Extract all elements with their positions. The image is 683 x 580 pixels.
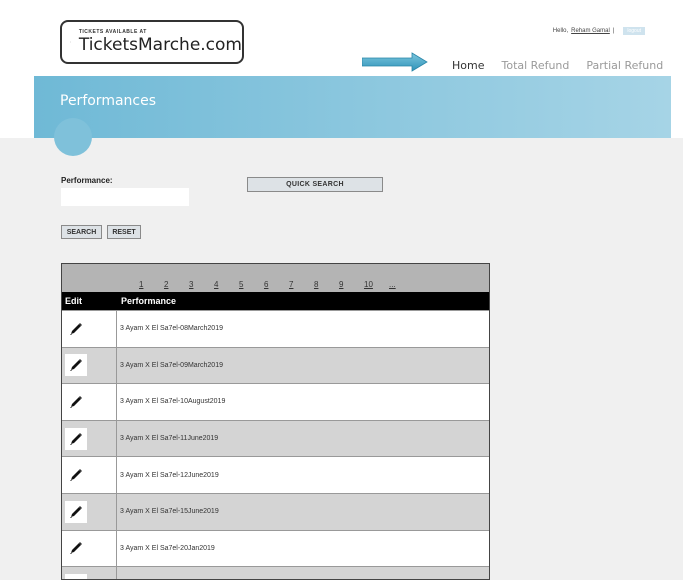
column-header-performance: Performance <box>121 296 177 306</box>
performances-table: 1 2 3 4 5 6 7 8 9 10 ... Edit Performanc… <box>61 263 490 580</box>
quick-search-button[interactable]: QUICK SEARCH <box>247 177 383 192</box>
performance-name: 3 Ayam X El Sa7el-08March2019 <box>120 325 223 333</box>
pagination: 1 2 3 4 5 6 7 8 9 10 ... <box>62 264 489 292</box>
performance-name: 3 Ayam X El Sa7el-09March2019 <box>120 361 223 369</box>
page-link-4[interactable]: 4 <box>214 280 239 289</box>
pencil-icon[interactable] <box>65 354 87 377</box>
performance-label: Performance: <box>61 176 113 185</box>
reset-button[interactable]: RESET <box>107 225 141 239</box>
pencil-icon[interactable] <box>65 573 87 579</box>
table-row: 3 Ayam X El Sa7el-11June2019 <box>62 419 489 457</box>
table-row: 3 Ayam X El Sa7el-20Jan2019 <box>62 529 489 567</box>
page-link-10[interactable]: 10 <box>364 280 389 289</box>
table-row: 3 Ayam X El Sa7el-08March2019 <box>62 310 489 347</box>
performance-name: 3 Ayam X El Sa7el-15June2019 <box>120 508 219 516</box>
table-header: Edit Performance <box>62 292 489 310</box>
logo-wordmark: TicketsMarche.com <box>78 35 242 55</box>
page-link-7[interactable]: 7 <box>289 280 314 289</box>
page-banner: Performances <box>34 76 671 138</box>
username-link[interactable]: Reham Gamal <box>571 28 610 34</box>
pencil-icon[interactable] <box>65 500 87 523</box>
user-area: Hello, Reham Gamal | logout <box>553 27 645 35</box>
table-row: 3 Ayam X El Sa7el-15June2019 <box>62 492 489 530</box>
page-link-8[interactable]: 8 <box>314 280 339 289</box>
page-link-2[interactable]: 2 <box>164 280 189 289</box>
pencil-icon[interactable] <box>65 537 87 560</box>
nav-total-refund[interactable]: Total Refund <box>501 59 569 72</box>
search-button[interactable]: SEARCH <box>61 225 102 239</box>
performance-name: 3 Ayam X El Sa7el-12June2019 <box>120 471 219 479</box>
page-link-9[interactable]: 9 <box>339 280 364 289</box>
arrow-right-icon <box>362 52 428 72</box>
pencil-icon[interactable] <box>65 464 87 487</box>
performance-name <box>117 567 120 579</box>
nav-home[interactable]: Home <box>452 59 484 72</box>
performance-name: 3 Ayam X El Sa7el-20Jan2019 <box>120 544 215 552</box>
table-row: 3 Ayam X El Sa7el-10August2019 <box>62 383 489 420</box>
page-link-5[interactable]: 5 <box>239 280 264 289</box>
page-link-more[interactable]: ... <box>389 280 414 289</box>
main-nav: Home Total Refund Partial Refund <box>452 59 663 72</box>
user-separator: | <box>612 28 615 34</box>
nav-partial-refund[interactable]: Partial Refund <box>586 59 663 72</box>
page-title: Performances <box>60 93 157 109</box>
pencil-icon[interactable] <box>65 390 87 413</box>
page-link-3[interactable]: 3 <box>189 280 214 289</box>
box-icon <box>70 41 71 43</box>
banner-decoration <box>54 118 92 156</box>
column-header-edit: Edit <box>65 296 82 306</box>
page-link-1[interactable]: 1 <box>139 280 164 289</box>
performance-name: 3 Ayam X El Sa7el-11June2019 <box>120 435 219 443</box>
page-link-6[interactable]: 6 <box>264 280 289 289</box>
pencil-icon[interactable] <box>65 317 87 340</box>
performance-name: 3 Ayam X El Sa7el-10August2019 <box>120 398 226 406</box>
table-row: 3 Ayam X El Sa7el-12June2019 <box>62 456 489 493</box>
greeting-text: Hello, <box>552 28 569 34</box>
table-row <box>62 566 489 579</box>
logout-button[interactable]: logout <box>623 27 645 35</box>
ticketsmarche-logo[interactable]: TICKETS AVAILABLE AT TicketsMarche.com <box>60 20 244 64</box>
performance-input[interactable] <box>61 188 189 206</box>
table-row: 3 Ayam X El Sa7el-09March2019 <box>62 346 489 384</box>
pencil-icon[interactable] <box>65 427 87 450</box>
